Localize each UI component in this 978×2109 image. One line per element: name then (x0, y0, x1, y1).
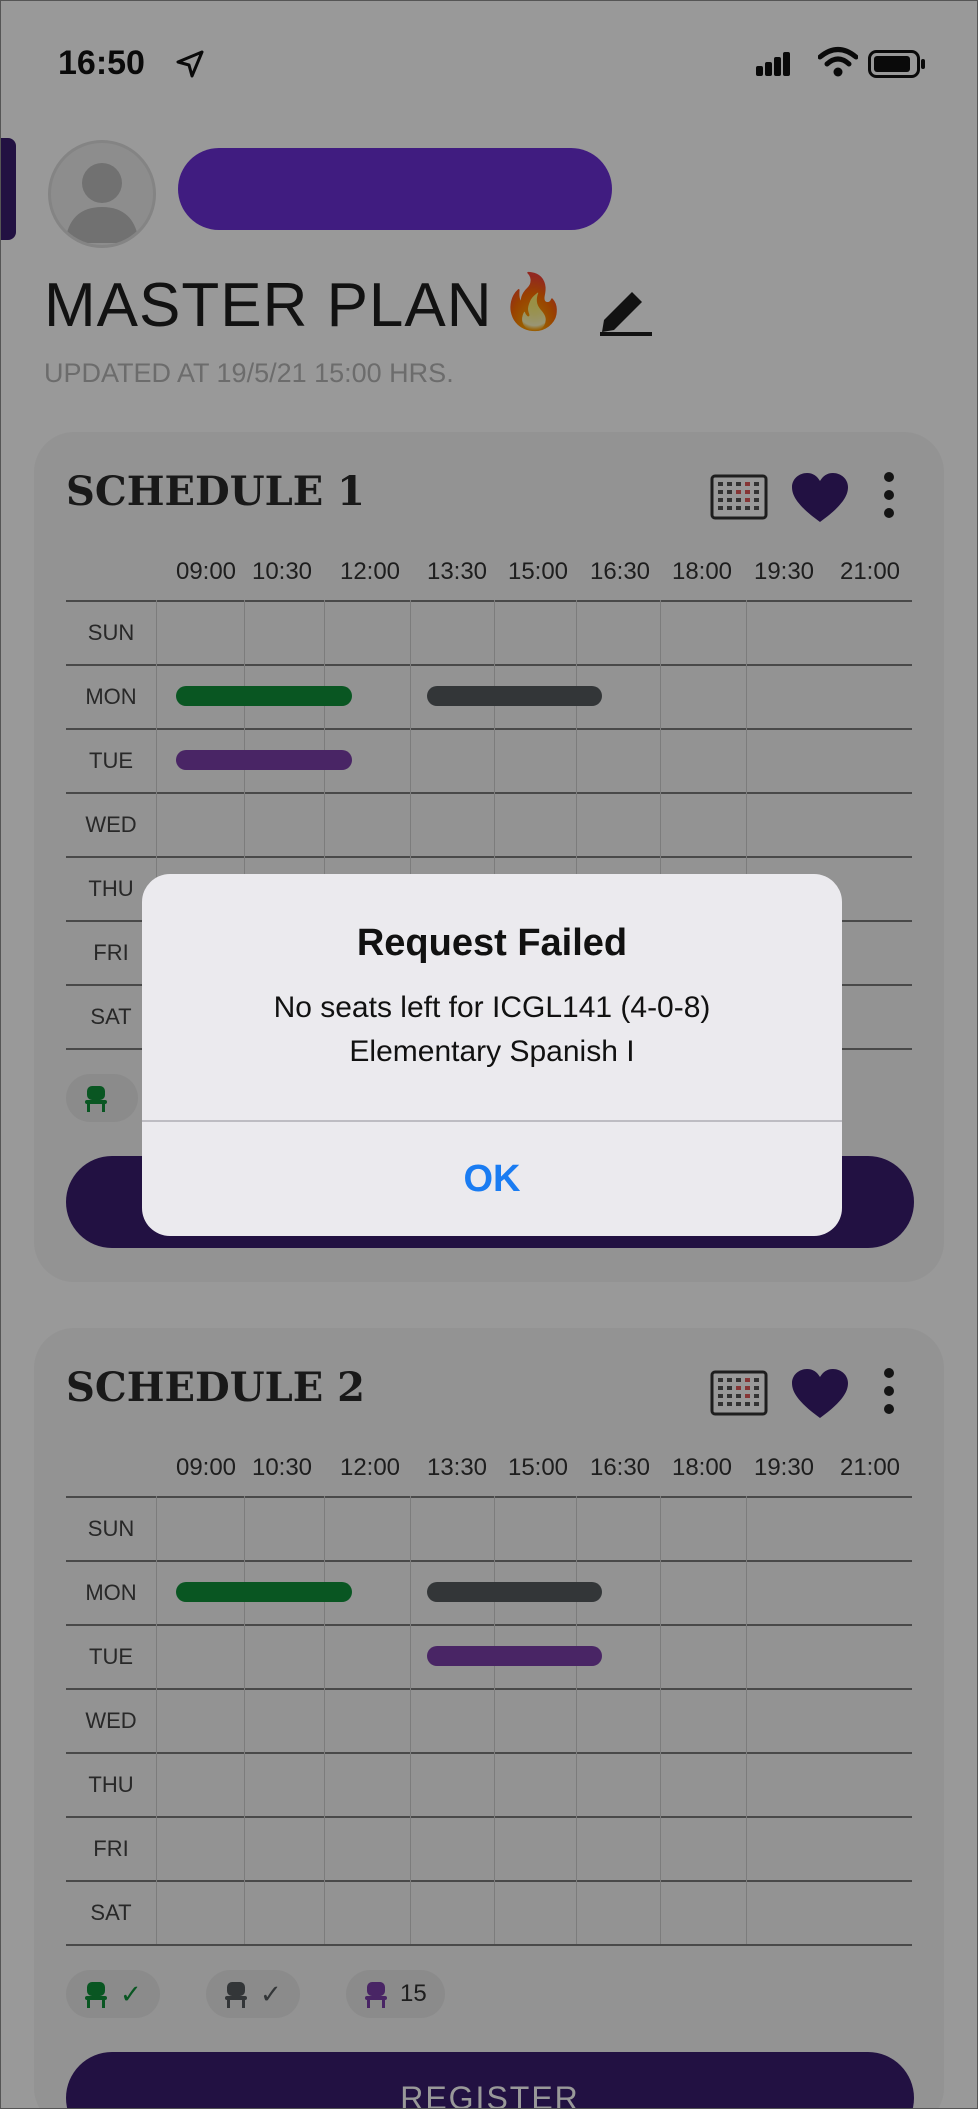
alert-message-line1: No seats left for ICGL141 (4-0-8) (273, 991, 711, 1024)
alert-message: No seats left for ICGL141 (4-0-8) Elemen… (142, 986, 842, 1074)
alert-message-line2: Elementary Spanish I (349, 1035, 635, 1068)
app-screen: 16:50 MASTER PLAN 🔥 UPDATED AT 19/5/21 1… (0, 0, 978, 2109)
alert-ok-button[interactable]: OK (142, 1122, 842, 1236)
request-failed-alert: Request Failed No seats left for ICGL141… (142, 874, 842, 1236)
alert-title: Request Failed (356, 922, 628, 964)
